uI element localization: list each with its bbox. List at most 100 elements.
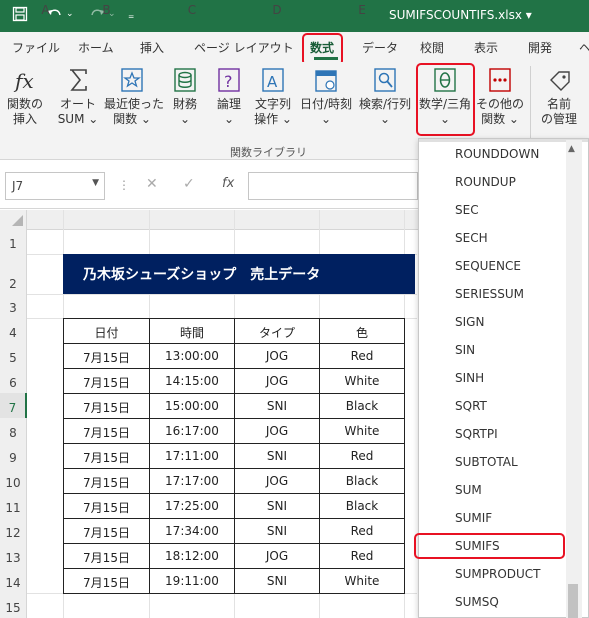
file-name[interactable]: SUMIFSCOUNTIFS.xlsx ▾ [389,8,532,22]
table-cell-time[interactable]: 15:00:00 [150,399,234,413]
insert-function-fx-icon[interactable]: fx [222,176,234,191]
dropdown-item-sumif[interactable]: SUMIF [455,511,492,525]
dropdown-item-sqrt[interactable]: SQRT [455,399,487,413]
dropdown-item-sin[interactable]: SIN [455,343,475,357]
table-cell-time[interactable]: 17:25:00 [150,499,234,513]
dropdown-item-rounddown[interactable]: ROUNDDOWN [455,147,539,161]
dropdown-item-roundup[interactable]: ROUNDUP [455,175,516,189]
table-cell-time[interactable]: 17:11:00 [150,449,234,463]
table-cell-type[interactable]: SNI [235,499,319,513]
tab-data[interactable]: データ [362,39,398,56]
row-header[interactable]: 15 [0,593,27,618]
row-header[interactable]: 14 [0,568,27,593]
logical-button[interactable]: ? 論理 ⌄ [212,66,246,127]
table-cell-type[interactable]: JOG [235,474,319,488]
row-header[interactable]: 1 [0,230,27,254]
table-cell-color[interactable]: Red [320,524,404,538]
enter-icon[interactable]: ✓ [183,176,195,192]
table-cell-color[interactable]: White [320,374,404,388]
table-cell-type[interactable]: JOG [235,374,319,388]
table-cell-date[interactable]: 7月15日 [64,524,149,541]
scroll-up-icon[interactable]: ▲ [568,144,575,154]
column-header-e[interactable]: E [320,3,404,17]
tab-home[interactable]: ホーム [78,39,114,56]
lookup-reference-button[interactable]: 検索/行列 ⌄ [356,66,414,127]
table-header-date[interactable]: 日付 [64,324,149,341]
more-functions-button[interactable]: その他の 関数 ⌄ [476,66,524,127]
insert-function-button[interactable]: fx 関数の 挿入 [5,66,45,127]
financial-button[interactable]: 財務 ⌄ [168,66,202,127]
formula-input[interactable] [248,172,418,200]
name-box-dropdown-icon[interactable]: ▼ [92,178,99,188]
table-cell-type[interactable]: SNI [235,524,319,538]
row-header[interactable]: 3 [0,294,27,318]
table-cell-date[interactable]: 7月15日 [64,349,149,366]
table-cell-color[interactable]: Black [320,474,404,488]
text-button[interactable]: A 文字列 操作 ⌄ [250,66,296,127]
dropdown-item-sign[interactable]: SIGN [455,315,484,329]
table-cell-type[interactable]: JOG [235,349,319,363]
table-cell-type[interactable]: SNI [235,574,319,588]
table-cell-color[interactable]: White [320,424,404,438]
recently-used-button[interactable]: 最近使った 関数 ⌄ [104,66,164,127]
autosum-button[interactable]: オート SUM ⌄ [55,66,101,127]
tab-developer[interactable]: 開発 [528,39,552,56]
table-cell-color[interactable]: Red [320,449,404,463]
select-all-corner[interactable] [0,210,27,230]
table-cell-date[interactable]: 7月15日 [64,474,149,491]
dropdown-item-sech[interactable]: SECH [455,231,488,245]
name-box[interactable]: J7 ▼ [5,172,105,200]
row-header[interactable]: 4 [0,318,27,343]
row-header[interactable]: 2 [0,254,27,294]
table-cell-date[interactable]: 7月15日 [64,574,149,591]
table-cell-color[interactable]: White [320,574,404,588]
scrollbar-thumb[interactable] [568,584,578,618]
column-header-b[interactable]: B [64,3,149,17]
dropdown-item-sumsq[interactable]: SUMSQ [455,595,499,609]
table-cell-color[interactable]: Black [320,399,404,413]
save-icon[interactable] [12,6,28,26]
row-header-selected[interactable]: 7 [0,393,27,418]
dropdown-item-sum[interactable]: SUM [455,483,482,497]
table-cell-time[interactable]: 17:17:00 [150,474,234,488]
table-cell-color[interactable]: Red [320,349,404,363]
table-cell-date[interactable]: 7月15日 [64,499,149,516]
row-header[interactable]: 13 [0,543,27,568]
table-header-color[interactable]: 色 [320,324,404,341]
table-cell-type[interactable]: SNI [235,399,319,413]
dropdown-item-sumproduct[interactable]: SUMPRODUCT [455,567,541,581]
table-cell-type[interactable]: SNI [235,449,319,463]
table-cell-date[interactable]: 7月15日 [64,399,149,416]
table-cell-date[interactable]: 7月15日 [64,424,149,441]
table-cell-time[interactable]: 17:34:00 [150,524,234,538]
table-cell-time[interactable]: 13:00:00 [150,349,234,363]
table-cell-date[interactable]: 7月15日 [64,549,149,566]
table-header-type[interactable]: タイプ [235,324,319,341]
table-cell-type[interactable]: JOG [235,424,319,438]
column-header-d[interactable]: D [235,3,319,17]
dropdown-item-sec[interactable]: SEC [455,203,479,217]
row-header[interactable]: 10 [0,468,27,493]
table-cell-date[interactable]: 7月15日 [64,374,149,391]
date-time-button[interactable]: 日付/時刻 ⌄ [298,66,354,127]
dropdown-item-sequence[interactable]: SEQUENCE [455,259,521,273]
table-cell-date[interactable]: 7月15日 [64,449,149,466]
column-header-a[interactable]: A [28,3,63,17]
tab-view[interactable]: 表示 [474,39,498,56]
row-header[interactable]: 8 [0,418,27,443]
table-cell-type[interactable]: JOG [235,549,319,563]
cancel-icon[interactable]: ✕ [146,176,158,192]
row-header[interactable]: 9 [0,443,27,468]
row-header[interactable]: 5 [0,343,27,368]
table-header-time[interactable]: 時間 [150,324,234,341]
table-cell-time[interactable]: 19:11:00 [150,574,234,588]
row-header[interactable]: 11 [0,493,27,518]
row-header[interactable]: 12 [0,518,27,543]
table-cell-color[interactable]: Red [320,549,404,563]
tab-help[interactable]: ヘ [579,39,589,56]
dropdown-item-subtotal[interactable]: SUBTOTAL [455,455,518,469]
column-header-c[interactable]: C [150,3,234,17]
table-cell-time[interactable]: 16:17:00 [150,424,234,438]
tab-page-layout[interactable]: ページ レイアウト [194,39,294,56]
name-manager-button[interactable]: 名前 の管理 [538,66,580,127]
